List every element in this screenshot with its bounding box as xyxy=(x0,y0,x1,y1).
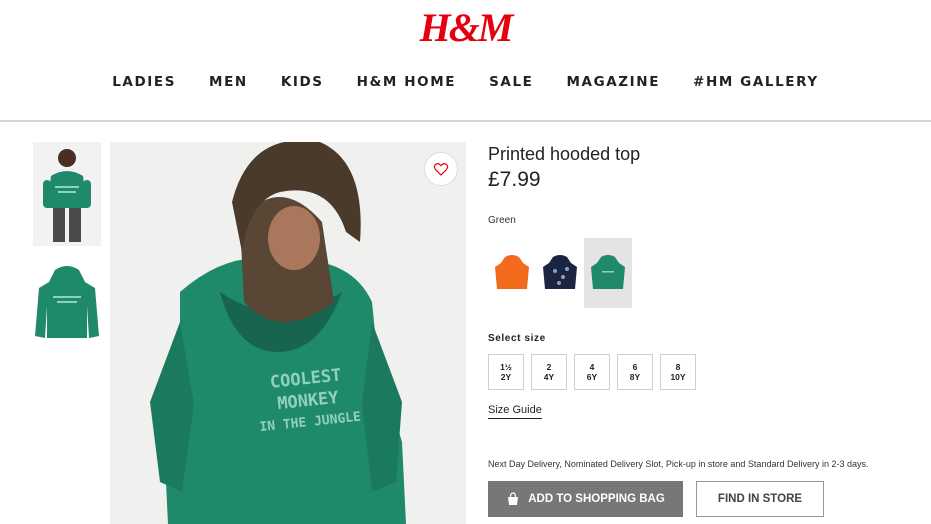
nav-home[interactable]: H&M HOME xyxy=(357,74,456,90)
size-option-6y[interactable]: 4 6Y xyxy=(574,354,610,390)
swatch-orange[interactable] xyxy=(488,238,536,308)
size-top: 6 xyxy=(632,362,638,372)
header-divider xyxy=(0,120,931,122)
size-bottom: 10Y xyxy=(670,372,686,382)
size-top: 8 xyxy=(675,362,681,372)
nav-kids[interactable]: KIDS xyxy=(281,74,324,90)
nav-sale[interactable]: SALE xyxy=(489,74,533,90)
size-top: 4 xyxy=(589,362,595,372)
size-option-2y[interactable]: 1½ 2Y xyxy=(488,354,524,390)
navy-hoodie-icon xyxy=(543,255,577,289)
heart-icon xyxy=(433,162,449,176)
size-guide-link[interactable]: Size Guide xyxy=(488,404,542,419)
size-top: 2 xyxy=(546,362,552,372)
selected-color-label: Green xyxy=(488,215,516,226)
size-bottom: 8Y xyxy=(629,372,641,382)
main-nav: LADIES MEN KIDS H&M HOME SALE MAGAZINE #… xyxy=(0,74,931,90)
size-bottom: 4Y xyxy=(543,372,555,382)
find-in-store-button[interactable]: FIND IN STORE xyxy=(696,481,824,517)
size-label: Select size xyxy=(488,333,546,344)
add-to-bag-label: ADD TO SHOPPING BAG xyxy=(528,493,665,505)
orange-hoodie-icon xyxy=(495,255,529,289)
size-option-8y[interactable]: 6 8Y xyxy=(617,354,653,390)
brand-logo[interactable]: H&M xyxy=(0,4,931,51)
product-name: Printed hooded top xyxy=(488,144,641,164)
swatch-navy[interactable] xyxy=(536,238,584,308)
size-options: 1½ 2Y 2 4Y 4 6Y 6 8Y 8 10Y xyxy=(488,354,696,390)
product-price: £7.99 xyxy=(488,168,541,191)
swatch-green[interactable] xyxy=(584,238,632,308)
nav-gallery[interactable]: #HM GALLERY xyxy=(693,74,819,90)
delivery-info: Next Day Delivery, Nominated Delivery Sl… xyxy=(488,459,869,469)
shopping-bag-icon xyxy=(508,492,519,505)
size-bottom: 6Y xyxy=(586,372,598,382)
add-to-bag-button[interactable]: ADD TO SHOPPING BAG xyxy=(488,481,683,517)
nav-magazine[interactable]: MAGAZINE xyxy=(566,74,660,90)
nav-men[interactable]: MEN xyxy=(209,74,248,90)
size-bottom: 2Y xyxy=(500,372,512,382)
size-option-4y[interactable]: 2 4Y xyxy=(531,354,567,390)
main-product-image: COOLEST MONKEY IN THE JUNGLE xyxy=(110,142,466,524)
size-top: 1½ xyxy=(500,362,512,372)
green-hoodie-icon xyxy=(591,255,625,289)
find-in-store-label: FIND IN STORE xyxy=(717,493,803,505)
size-option-10y[interactable]: 8 10Y xyxy=(660,354,696,390)
thumbnail-model[interactable] xyxy=(33,142,101,246)
favourite-button[interactable] xyxy=(424,152,458,186)
thumbnail-product[interactable] xyxy=(33,262,101,366)
nav-ladies[interactable]: LADIES xyxy=(112,74,176,90)
